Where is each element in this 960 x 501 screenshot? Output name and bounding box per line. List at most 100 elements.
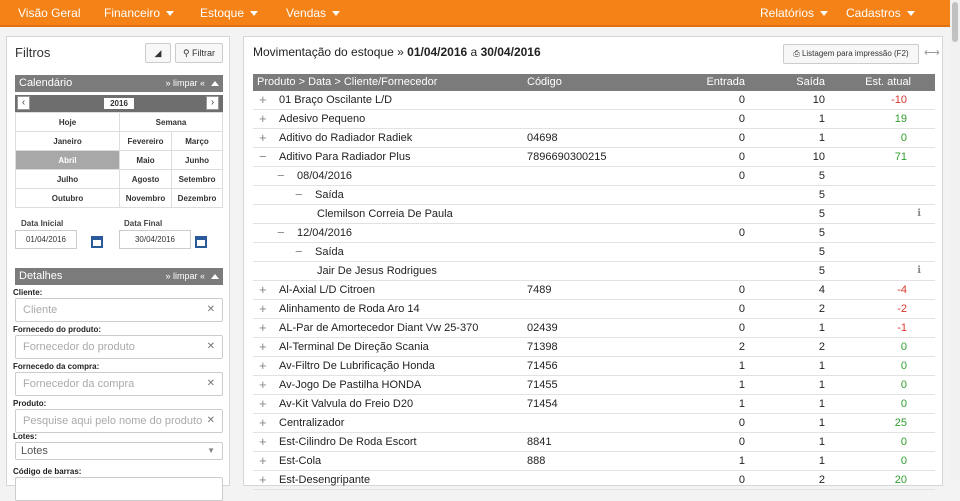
- clear-icon[interactable]: ✕: [207, 299, 215, 321]
- table-row[interactable]: + Av-Jogo De Pastilha HONDA 71455 1 1 0: [253, 376, 935, 395]
- table-row[interactable]: + AL-Par de Amortecedor Diant Vw 25-370 02…: [253, 319, 935, 338]
- month-junho[interactable]: Junho: [171, 150, 223, 170]
- expand-icon[interactable]: +: [259, 110, 267, 128]
- table-row[interactable]: − Aditivo Para Radiador Plus 7896690300215…: [253, 148, 935, 167]
- row-stock: 0: [900, 436, 907, 448]
- col-code[interactable]: Código: [527, 74, 562, 91]
- expand-icon[interactable]: ⟷: [924, 46, 940, 59]
- page-scrollbar[interactable]: [950, 0, 960, 480]
- expand-icon[interactable]: +: [259, 414, 267, 432]
- table-row[interactable]: + Est-Cilindro De Roda Escort 8841 0 1 0: [253, 433, 935, 452]
- today-button[interactable]: Hoje: [15, 112, 120, 132]
- col-in[interactable]: Entrada: [706, 74, 745, 91]
- end-date-input[interactable]: 30/04/2016: [119, 230, 191, 249]
- week-button[interactable]: Semana: [119, 112, 223, 132]
- table-row[interactable]: Jair De Jesus Rodrigues 5 ℹ: [253, 262, 935, 281]
- col-out[interactable]: Saída: [796, 74, 825, 91]
- filter-button-label: Filtrar: [192, 48, 216, 58]
- table-row[interactable]: + Est-Cola 888 1 1 0: [253, 452, 935, 471]
- month-setembro[interactable]: Setembro: [171, 169, 223, 189]
- expand-icon[interactable]: +: [259, 338, 267, 356]
- table-row[interactable]: − Saída 5: [253, 186, 935, 205]
- nav-right-0[interactable]: Relatórios: [760, 0, 829, 27]
- calendar-icon[interactable]: [91, 236, 103, 248]
- expand-icon[interactable]: +: [259, 357, 267, 375]
- nav-left-3[interactable]: Vendas: [286, 0, 341, 27]
- print-listing-button[interactable]: ⎙ Listagem para impressão (F2): [783, 44, 919, 64]
- month-outubro[interactable]: Outubro: [15, 188, 120, 208]
- table-row[interactable]: − Saída 5: [253, 243, 935, 262]
- table-row[interactable]: −08/04/2016 0 5: [253, 167, 935, 186]
- month-janeiro[interactable]: Janeiro: [15, 131, 120, 151]
- info-icon[interactable]: ℹ: [917, 205, 921, 223]
- calendar-clear-link[interactable]: » limpar «: [165, 75, 205, 92]
- filter-input-2[interactable]: Fornecedor da compra ✕: [15, 372, 223, 396]
- collapse-icon[interactable]: −: [277, 167, 285, 185]
- expand-icon[interactable]: +: [259, 91, 267, 109]
- info-icon[interactable]: ℹ: [917, 262, 921, 280]
- month-março[interactable]: Março: [171, 131, 223, 151]
- month-dezembro[interactable]: Dezembro: [171, 188, 223, 208]
- row-code: 888: [527, 455, 546, 467]
- calendar-section-header[interactable]: Calendário » limpar «: [15, 75, 223, 92]
- clear-filters-button[interactable]: ◢: [145, 43, 171, 63]
- row-in: 1: [738, 455, 745, 467]
- lotes-select[interactable]: Lotes ▼: [15, 442, 223, 460]
- table-row[interactable]: Clemilson Correia De Paula 5 ℹ: [253, 205, 935, 224]
- table-row[interactable]: + Al-Terminal De Direção Scania 71398 2 2 0: [253, 338, 935, 357]
- month-julho[interactable]: Julho: [15, 169, 120, 189]
- row-name: Av-Kit Valvula do Freio D20: [279, 398, 414, 410]
- details-clear-link[interactable]: » limpar «: [165, 268, 205, 285]
- month-abril[interactable]: Abril: [15, 150, 120, 170]
- table-row[interactable]: + Av-Filtro De Lubrificação Honda 71456 1 1 0: [253, 357, 935, 376]
- collapse-icon[interactable]: −: [295, 243, 303, 261]
- clear-icon[interactable]: ✕: [207, 373, 215, 395]
- month-novembro[interactable]: Novembro: [118, 188, 173, 208]
- calendar-icon[interactable]: [195, 236, 207, 248]
- collapse-icon[interactable]: [211, 274, 219, 279]
- expand-icon[interactable]: +: [259, 433, 267, 451]
- prev-year-button[interactable]: ‹: [17, 96, 30, 110]
- clear-icon[interactable]: ✕: [207, 410, 215, 432]
- table-row[interactable]: +01 Braço Oscilante L/D 0 10 -10: [253, 91, 935, 110]
- expand-icon[interactable]: +: [259, 395, 267, 413]
- collapse-icon[interactable]: [211, 81, 219, 86]
- table-row[interactable]: + Alinhamento de Roda Aro 14 0 2 -2: [253, 300, 935, 319]
- next-year-button[interactable]: ›: [206, 96, 219, 110]
- expand-icon[interactable]: +: [259, 376, 267, 394]
- month-agosto[interactable]: Agosto: [118, 169, 173, 189]
- barcode-input[interactable]: [15, 477, 223, 501]
- table-row[interactable]: + Al-Axial L/D Citroen 7489 0 4 -4: [253, 281, 935, 300]
- collapse-icon[interactable]: −: [295, 186, 303, 204]
- nav-left-1[interactable]: Financeiro: [104, 0, 175, 27]
- expand-icon[interactable]: +: [259, 129, 267, 147]
- table-row[interactable]: + Est-Desengripante 0 2 20: [253, 471, 935, 490]
- start-date-input[interactable]: 01/04/2016: [15, 230, 77, 249]
- table-row[interactable]: −12/04/2016 0 5: [253, 224, 935, 243]
- month-fevereiro[interactable]: Fevereiro: [118, 131, 173, 151]
- table-row[interactable]: + Centralizador 0 1 25: [253, 414, 935, 433]
- scrollbar-thumb[interactable]: [952, 2, 958, 42]
- table-row[interactable]: + Aditivo do Radiador Radiek 04698 0 1 0: [253, 129, 935, 148]
- expand-icon[interactable]: +: [259, 471, 267, 489]
- col-stock[interactable]: Est. atual: [865, 74, 911, 91]
- collapse-icon[interactable]: −: [277, 224, 285, 242]
- filter-button[interactable]: ⚲ Filtrar: [175, 43, 223, 63]
- col-product[interactable]: Produto > Data > Cliente/Fornecedor: [257, 74, 437, 91]
- details-section-header[interactable]: Detalhes » limpar «: [15, 268, 223, 285]
- filter-input-0[interactable]: Cliente ✕: [15, 298, 223, 322]
- month-maio[interactable]: Maio: [118, 150, 173, 170]
- nav-left-2[interactable]: Estoque: [200, 0, 259, 27]
- table-row[interactable]: + Adesivo Pequeno 0 1 19: [253, 110, 935, 129]
- expand-icon[interactable]: +: [259, 300, 267, 318]
- collapse-icon[interactable]: −: [259, 148, 267, 166]
- nav-left-0[interactable]: Visão Geral: [18, 0, 80, 27]
- table-row[interactable]: + Av-Kit Valvula do Freio D20 71454 1 1 0: [253, 395, 935, 414]
- filter-input-3[interactable]: Pesquise aqui pelo nome do produto ✕: [15, 409, 223, 433]
- expand-icon[interactable]: +: [259, 319, 267, 337]
- nav-right-1[interactable]: Cadastros: [846, 0, 915, 27]
- filter-input-1[interactable]: Fornecedor do produto ✕: [15, 335, 223, 359]
- clear-icon[interactable]: ✕: [207, 336, 215, 358]
- expand-icon[interactable]: +: [259, 281, 267, 299]
- expand-icon[interactable]: +: [259, 452, 267, 470]
